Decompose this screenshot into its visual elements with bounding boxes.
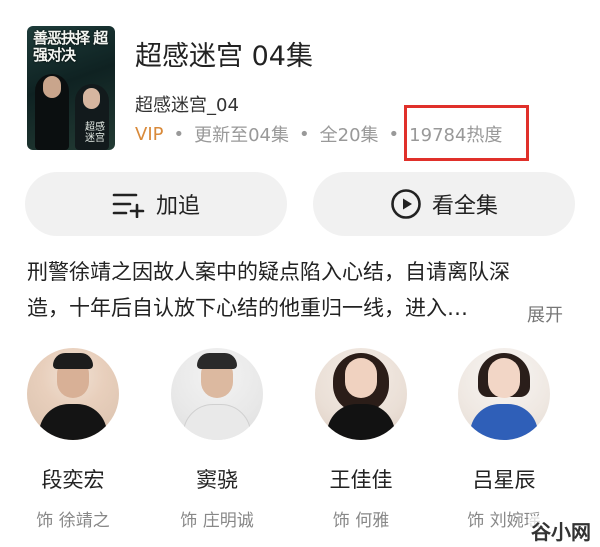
cast-role: 饰 何雅 <box>332 511 390 531</box>
avatar-figure <box>470 404 538 440</box>
cast-role: 饰 庄明诚 <box>180 511 254 531</box>
avatar-figure <box>327 404 395 440</box>
avatar-figure <box>197 353 237 369</box>
cast-member[interactable]: 段奕宏 饰 徐靖之 <box>23 348 123 531</box>
avatar <box>171 348 263 440</box>
meta-separator: • <box>173 123 185 145</box>
watch-all-label: 看全集 <box>431 194 498 219</box>
cast-name: 王佳佳 <box>329 468 393 492</box>
avatar-figure <box>53 353 93 369</box>
episode-count: 全20集 <box>319 125 379 146</box>
popularity-highlight-box <box>404 105 529 161</box>
poster-title-text: 善恶抉择 超强对决 <box>33 29 108 64</box>
watermark: 谷小网 <box>528 516 594 545</box>
poster-figure <box>43 76 61 98</box>
avatar-figure <box>488 358 520 398</box>
description-line: 造，十年后自认放下心结的他重归一线，进入… <box>27 296 468 320</box>
poster-logo: 超感迷宫 <box>85 122 105 144</box>
expand-description-link[interactable]: 展开 <box>527 301 563 327</box>
cast-role: 饰 徐靖之 <box>36 511 110 531</box>
avatar-figure <box>345 358 377 398</box>
show-subtitle: 超感迷宫_04 <box>135 95 239 116</box>
meta-separator: • <box>299 123 310 145</box>
cast-name: 段奕宏 <box>41 468 105 492</box>
update-status: 更新至04集 <box>194 125 290 146</box>
description-line: 刑警徐靖之因故人案中的疑点陷入心结，自请离队深 <box>27 260 510 284</box>
avatar <box>27 348 119 440</box>
follow-button[interactable]: 加追 <box>25 172 287 236</box>
cast-member[interactable]: 窦骁 饰 庄明诚 <box>167 348 267 531</box>
cast-name: 窦骁 <box>196 468 238 492</box>
show-title: 超感迷宫 04集 <box>135 41 313 72</box>
avatar <box>458 348 550 440</box>
play-circle-icon <box>391 189 421 219</box>
avatar-figure <box>183 404 251 440</box>
show-description: 刑警徐靖之因故人案中的疑点陷入心结，自请离队深 造，十年后自认放下心结的他重归一… <box>27 254 575 326</box>
watch-all-button[interactable]: 看全集 <box>313 172 575 236</box>
follow-label: 加追 <box>155 194 200 219</box>
cast-member[interactable]: 吕星辰 饰 刘婉瑶 <box>454 348 554 531</box>
meta-separator: • <box>388 123 400 145</box>
cast-name: 吕星辰 <box>472 468 536 492</box>
avatar-figure <box>39 404 107 440</box>
poster-figure <box>83 88 100 109</box>
avatar <box>315 348 407 440</box>
vip-badge: VIP <box>135 123 164 145</box>
cast-member[interactable]: 王佳佳 饰 何雅 <box>311 348 411 531</box>
add-to-list-icon <box>112 193 145 218</box>
show-poster[interactable]: 善恶抉择 超强对决 超感迷宫 <box>27 26 115 150</box>
